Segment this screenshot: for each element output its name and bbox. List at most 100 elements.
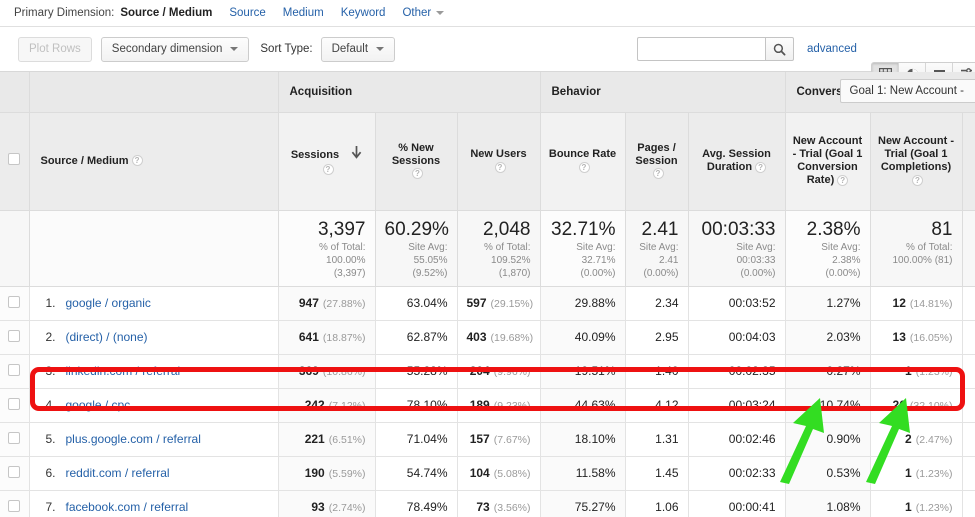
select-all-checkbox-header[interactable] [0,112,29,210]
summary-new-sessions-pct-value: 60.29% [385,219,448,241]
help-icon[interactable]: ? [579,162,590,173]
row-goal1-completions-cell: 1(1.23%) [870,456,962,490]
help-icon[interactable]: ? [653,168,664,179]
summary-goal1-completions-value: 81 [880,219,953,241]
row-source-medium-link[interactable]: google / organic [66,296,151,310]
primary-dimension-active-source-medium[interactable]: Source / Medium [120,7,212,19]
row-checkbox[interactable] [8,330,20,342]
table-row: 1.google / organic947(27.88%)63.04%597(2… [0,286,975,320]
help-icon[interactable]: ? [837,175,848,186]
row-new-users-pct: (19.68%) [491,332,534,344]
row-checkbox[interactable] [8,364,20,376]
chevron-down-icon [376,47,384,51]
column-header-pages-session[interactable]: Pages / Session? [625,112,688,210]
help-icon[interactable]: ? [755,162,766,173]
sort-type-label: Sort Type: [260,43,312,55]
row-source-medium-link[interactable]: reddit.com / referral [66,466,170,480]
plot-rows-button[interactable]: Plot Rows [18,37,92,62]
summary-avg-session-duration-sub3: (0.00%) [698,268,776,280]
row-checkbox-cell[interactable] [0,490,29,517]
primary-dimension-bar: Primary Dimension: Source / Medium Sourc… [0,0,975,27]
column-header-sessions[interactable]: Sessions ? [278,112,375,210]
column-header-source-medium-label: Source / Medium [41,155,129,167]
column-header-new-sessions-pct[interactable]: % New Sessions? [375,112,457,210]
column-header-goal1-completions[interactable]: New Account - Trial (Goal 1 Completions)… [870,112,962,210]
search-button[interactable] [765,37,794,61]
row-new-users-pct: (7.67%) [494,434,531,446]
column-header-new-sessions-pct-label: % New Sessions [392,142,440,167]
row-goal1-completions-cell: 1(1.23%) [870,490,962,517]
summary-goal1-conversion-rate-sub1: Site Avg: [795,242,861,254]
summary-pages-session-sub3: (0.00%) [635,268,679,280]
summary-pages-session-sub2: 2.41 [635,255,679,267]
row-source-medium-link[interactable]: plus.google.com / referral [66,432,201,446]
column-header-bounce-rate[interactable]: Bounce Rate? [540,112,625,210]
group-header-acquisition: Acquisition [278,72,540,112]
row-goal1-completions-pct: (32.10%) [910,400,953,412]
row-new-users-value: 73 [476,500,489,514]
row-checkbox[interactable] [8,296,20,308]
row-checkbox-cell[interactable] [0,354,29,388]
goal-select-dropdown[interactable]: Goal 1: New Account - [840,79,975,103]
primary-dimension-source[interactable]: Source [229,7,265,19]
summary-pages-session-sub1: Site Avg: [635,242,679,254]
row-sessions-cell: 190(5.59%) [278,456,375,490]
row-source-medium-link[interactable]: linkedin.com / referral [66,364,181,378]
row-source-medium-cell: 2.(direct) / (none) [29,320,278,354]
row-checkbox[interactable] [8,398,20,410]
row-checkbox[interactable] [8,466,20,478]
row-source-medium-link[interactable]: google / cpc [66,398,131,412]
report-table-container: Acquisition Behavior Conversions Goal 1:… [0,72,975,517]
row-index: 2. [30,330,66,344]
row-new-sessions-pct-cell: 55.28% [375,354,457,388]
summary-goal1-completions-sub1: % of Total: [880,242,953,254]
chevron-down-icon [230,47,238,51]
row-checkbox-cell[interactable] [0,286,29,320]
row-checkbox-cell[interactable] [0,422,29,456]
row-checkbox[interactable] [8,500,20,512]
select-all-checkbox[interactable] [8,153,20,165]
row-source-medium-cell: 1.google / organic [29,286,278,320]
help-icon[interactable]: ? [323,164,334,175]
row-sessions-value: 641 [299,330,319,344]
row-checkbox-cell[interactable] [0,388,29,422]
table-row: 3.linkedin.com / referral369(10.86%)55.2… [0,354,975,388]
row-source-medium-link[interactable]: (direct) / (none) [66,330,148,344]
sort-descending-icon[interactable] [351,146,362,164]
row-index: 6. [30,466,66,480]
row-sessions-pct: (27.88%) [323,298,366,310]
help-icon[interactable]: ? [912,175,923,186]
row-new-sessions-pct-cell: 62.87% [375,320,457,354]
sort-type-button[interactable]: Default [321,37,395,62]
summary-new-users-sub3: (1,870) [467,268,531,280]
summary-avg-session-duration-sub1: Site Avg: [698,242,776,254]
row-source-medium-link[interactable]: facebook.com / referral [66,500,189,514]
summary-goal1-conversion-rate: 2.38% Site Avg: 2.38% (0.00%) [785,210,870,286]
group-header-conversions: Conversions Goal 1: New Account - [785,72,975,112]
row-avg-duration-cell: 00:03:52 [688,286,785,320]
row-pages-session-cell: 2.34 [625,286,688,320]
primary-dimension-medium[interactable]: Medium [283,7,324,19]
column-header-source-medium[interactable]: Source / Medium? [29,112,278,210]
primary-dimension-other[interactable]: Other [402,7,444,19]
column-header-goal1-conversion-rate[interactable]: New Account - Trial (Goal 1 Conversion R… [785,112,870,210]
help-icon[interactable]: ? [495,162,506,173]
primary-dimension-keyword[interactable]: Keyword [341,7,386,19]
column-header-new-users[interactable]: New Users? [457,112,540,210]
row-pages-session-cell: 1.06 [625,490,688,517]
summary-new-users-sub1: % of Total: [467,242,531,254]
help-icon[interactable]: ? [412,168,423,179]
help-icon[interactable]: ? [132,155,143,166]
summary-pages-session-value: 2.41 [635,219,679,241]
row-checkbox-cell[interactable] [0,320,29,354]
row-checkbox[interactable] [8,432,20,444]
table-row: 7.facebook.com / referral93(2.74%)78.49%… [0,490,975,517]
search-input[interactable] [637,37,765,61]
advanced-filter-link[interactable]: advanced [807,43,857,55]
row-avg-duration-cell: 00:00:41 [688,490,785,517]
group-header-dimension [29,72,278,112]
secondary-dimension-button[interactable]: Secondary dimension [101,37,250,62]
column-header-avg-session-duration[interactable]: Avg. Session Duration? [688,112,785,210]
row-checkbox-cell[interactable] [0,456,29,490]
summary-sessions-value: 3,397 [288,219,366,241]
